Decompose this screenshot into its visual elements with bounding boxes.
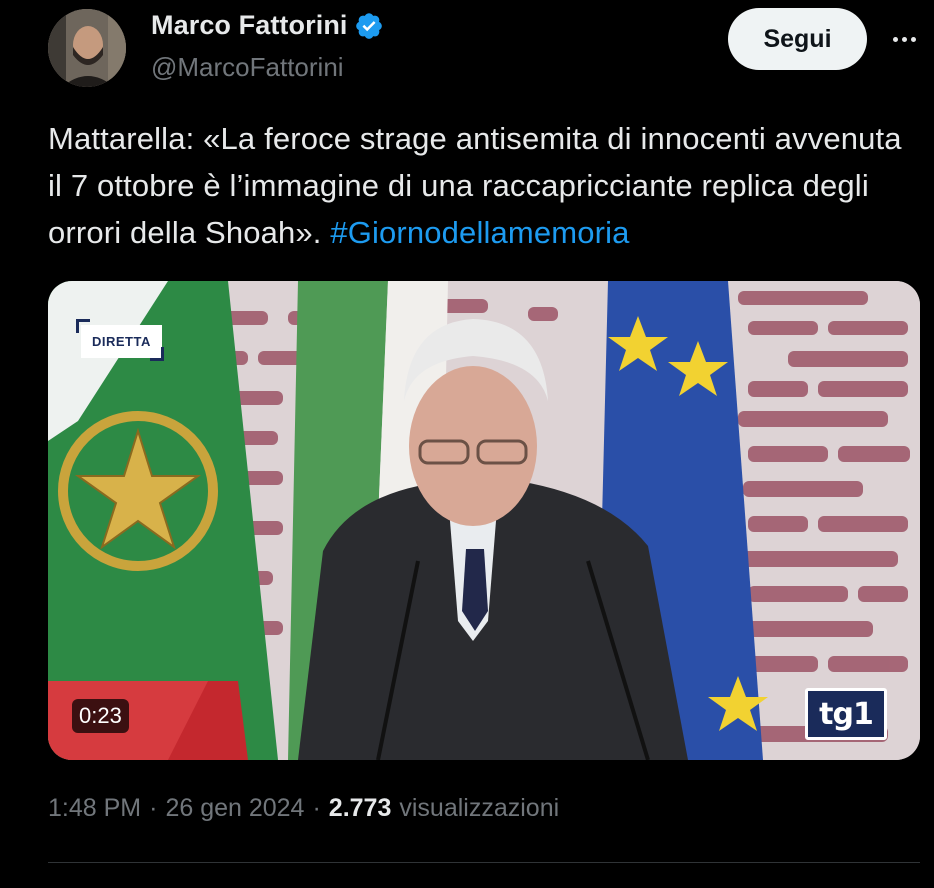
views-count: 2.773 — [328, 794, 392, 822]
live-badge-frame — [150, 347, 164, 361]
video-duration: 0:23 — [72, 699, 129, 733]
avatar[interactable] — [48, 9, 126, 87]
author-handle[interactable]: @MarcoFattorini — [151, 52, 344, 83]
tweet-time[interactable]: 1:48 PM — [48, 794, 141, 823]
tweet-meta: 1:48 PM · 26 gen 2024 · 2.773 visualizza… — [48, 794, 559, 823]
tweet: Marco Fattorini @MarcoFattorini Segui Ma… — [0, 0, 934, 888]
more-options-icon[interactable] — [884, 24, 924, 54]
views-label: visualizzazioni — [399, 794, 560, 822]
hashtag-link[interactable]: #Giornodellamemoria — [330, 215, 629, 250]
author-display-name[interactable]: Marco Fattorini — [151, 10, 348, 41]
divider — [48, 862, 920, 863]
tweet-date[interactable]: 26 gen 2024 — [165, 794, 304, 823]
dot — [910, 36, 916, 42]
meta-separator: · — [312, 794, 321, 822]
follow-button[interactable]: Segui — [728, 8, 867, 70]
dot — [892, 36, 898, 42]
tg1-logo: tg1 — [805, 688, 887, 740]
dot — [901, 36, 907, 42]
verified-badge-icon[interactable] — [354, 11, 384, 41]
video-frame-image — [48, 281, 920, 760]
avatar-portrait-icon — [48, 9, 126, 87]
meta-separator: · — [149, 794, 158, 822]
tweet-text: Mattarella: «La feroce strage antisemita… — [48, 115, 918, 256]
video-player[interactable]: DIRETTA 0:23 tg1 — [48, 281, 920, 760]
author-name-row: Marco Fattorini — [151, 10, 384, 41]
